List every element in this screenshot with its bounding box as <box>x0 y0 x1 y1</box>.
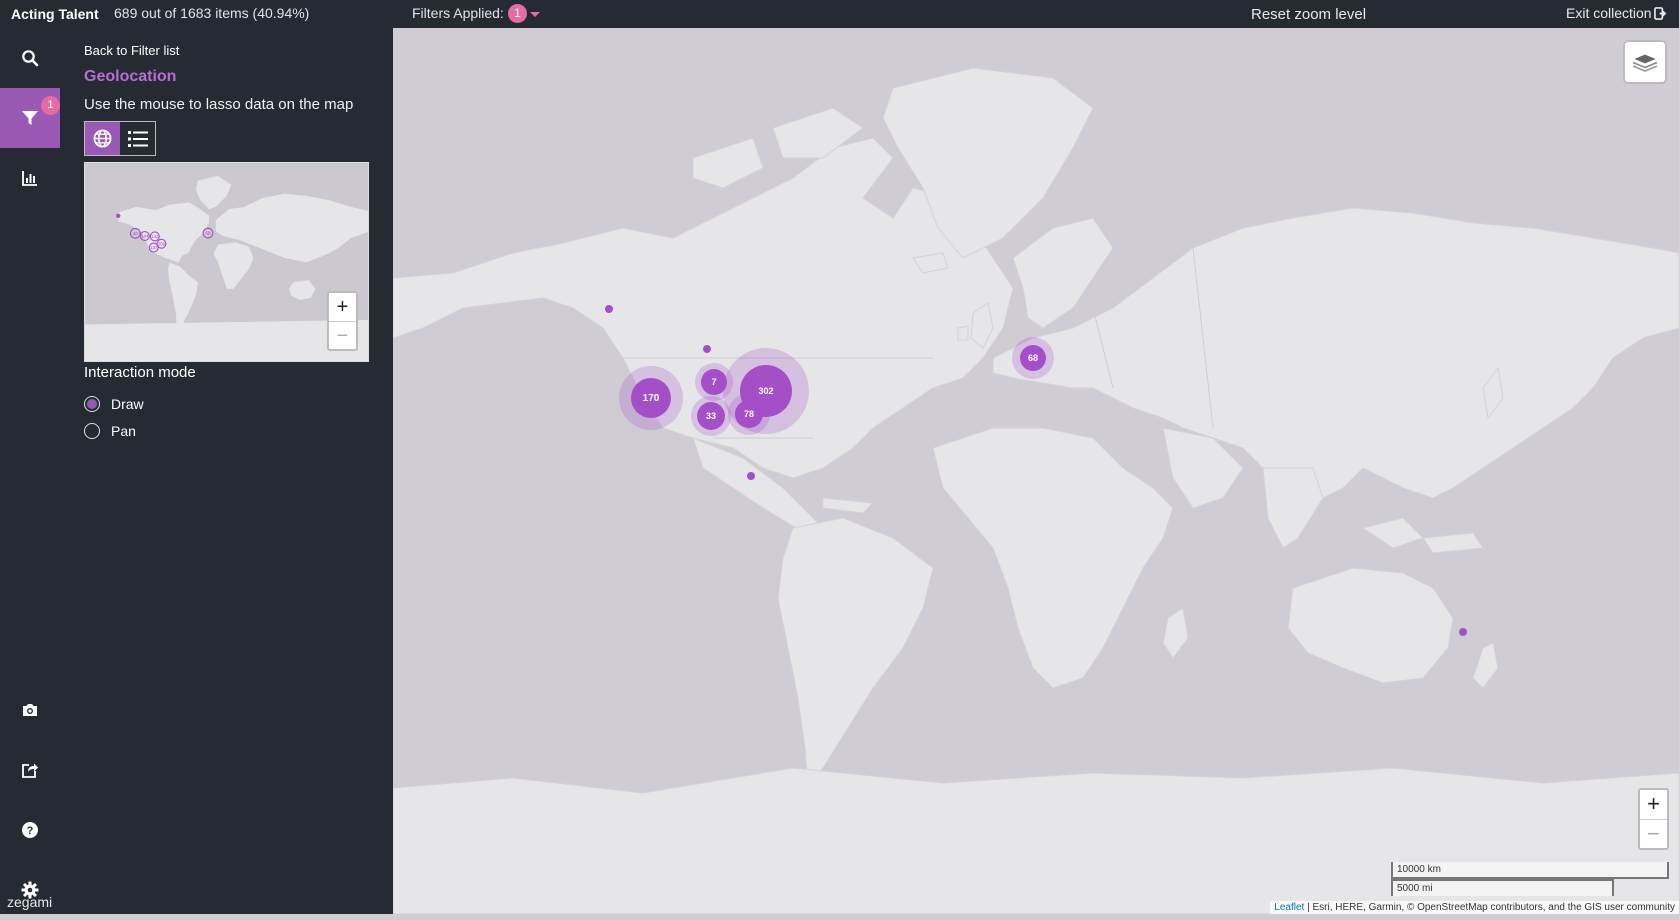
map-attribution: Leaflet | Esri, HERE, Garmin, © OpenStre… <box>1270 901 1679 914</box>
map-point[interactable] <box>703 345 711 353</box>
mode-draw-label: Draw <box>111 396 144 412</box>
nav-settings[interactable] <box>0 860 60 920</box>
filter-panel: Back to Filter list Geolocation Use the … <box>60 28 393 914</box>
app-title: Acting Talent <box>11 6 99 22</box>
mode-draw-radio[interactable]: Draw <box>84 394 144 414</box>
nav-search[interactable] <box>0 28 60 88</box>
mode-pan-label: Pan <box>111 423 136 439</box>
world-map <box>393 67 1679 914</box>
interaction-mode-label: Interaction mode <box>84 364 196 381</box>
mini-cluster-label: 137 <box>150 245 158 250</box>
back-to-filter-list-link[interactable]: Back to Filter list <box>84 43 179 58</box>
zoom-out-button[interactable]: − <box>1640 819 1667 848</box>
radio-checked-icon <box>84 396 100 412</box>
nav-snapshot[interactable] <box>0 680 60 740</box>
map-cluster[interactable]: 170 <box>619 366 683 430</box>
layers-button[interactable] <box>1623 40 1667 84</box>
map-zoom-control: + − <box>1638 788 1669 850</box>
mini-zoom-out-button[interactable]: − <box>329 321 356 349</box>
cluster-count: 170 <box>631 378 671 418</box>
filter-count-badge: 1 <box>41 96 60 115</box>
nav-share[interactable] <box>0 740 60 800</box>
exit-icon[interactable] <box>1654 7 1667 20</box>
panel-description: Use the mouse to lasso data on the map <box>84 96 354 113</box>
exit-collection-button[interactable]: Exit collection <box>1566 5 1652 21</box>
mode-pan-radio[interactable]: Pan <box>84 421 136 441</box>
help-icon: ? <box>22 822 38 838</box>
main-map[interactable]: 170 7 302 33 78 68 + − 10000 km 5000 mi … <box>393 28 1679 914</box>
chart-icon <box>22 171 37 186</box>
top-bar: Acting Talent 689 out of 1683 items (40.… <box>0 0 1679 28</box>
mini-cluster-label: 268 <box>158 241 166 246</box>
map-point[interactable] <box>747 472 755 480</box>
svg-text:?: ? <box>27 825 34 837</box>
map-cluster[interactable]: 68 <box>1012 337 1054 379</box>
item-count: 689 out of 1683 items (40.94%) <box>114 5 310 21</box>
cluster-count: 68 <box>1020 345 1046 371</box>
mini-map-zoom-control: + − <box>327 291 358 351</box>
filter-icon <box>22 111 38 125</box>
leaflet-link[interactable]: Leaflet <box>1274 902 1304 913</box>
mini-cluster-label: 142 <box>151 234 159 239</box>
scale-km: 10000 km <box>1391 862 1669 879</box>
map-point[interactable] <box>1459 628 1467 636</box>
scale-mi: 5000 mi <box>1391 879 1614 896</box>
filters-count-badge[interactable]: 1 <box>508 4 527 23</box>
globe-icon <box>93 129 112 148</box>
nav-help[interactable]: ? <box>0 800 60 860</box>
layers-icon <box>1632 53 1658 72</box>
mini-cluster-label: 10 <box>133 231 138 236</box>
map-cluster[interactable]: 33 <box>691 396 731 436</box>
map-view-button[interactable] <box>85 122 120 155</box>
list-icon <box>127 130 148 147</box>
list-view-button[interactable] <box>120 122 155 155</box>
mini-zoom-in-button[interactable]: + <box>329 293 356 321</box>
attribution-text: | Esri, HERE, Garmin, © OpenStreetMap co… <box>1307 902 1675 913</box>
search-icon <box>22 50 39 67</box>
zoom-in-button[interactable]: + <box>1640 790 1667 819</box>
share-icon <box>22 763 38 778</box>
mini-cluster-label: 68 <box>206 231 211 236</box>
radio-unchecked-icon <box>84 423 100 439</box>
nav-filter[interactable]: 1 <box>0 88 60 148</box>
caret-down-icon[interactable] <box>530 12 540 17</box>
cluster-count: 33 <box>697 402 725 430</box>
mini-map[interactable]: 10 144 142 268 137 68 + − <box>84 162 369 362</box>
mini-cluster-label: 144 <box>141 234 149 239</box>
panel-title: Geolocation <box>84 68 177 85</box>
cluster-count: 78 <box>735 400 763 428</box>
view-toggle <box>84 121 156 156</box>
left-nav: 1 ? zegami <box>0 28 60 914</box>
brand-logo: zegami <box>7 894 53 910</box>
filters-applied-label[interactable]: Filters Applied: <box>412 5 504 21</box>
map-cluster[interactable]: 78 <box>728 393 770 435</box>
map-point[interactable] <box>605 305 613 313</box>
camera-icon <box>23 704 37 716</box>
nav-charts[interactable] <box>0 148 60 208</box>
reset-zoom-button[interactable]: Reset zoom level <box>1251 6 1366 23</box>
